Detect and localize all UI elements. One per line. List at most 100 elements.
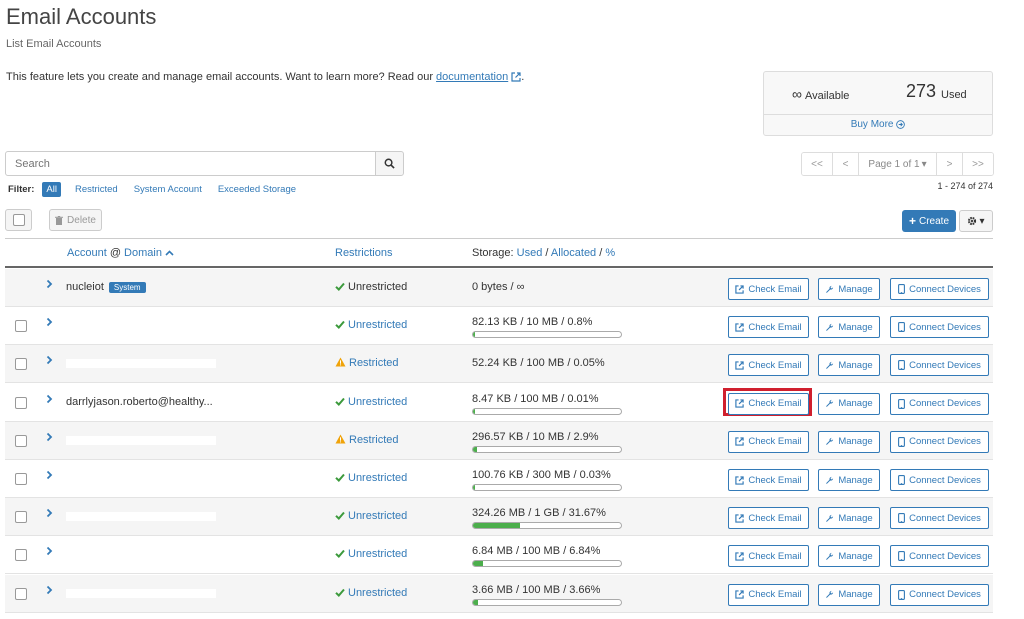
restriction-status[interactable]: Unrestricted (335, 319, 407, 331)
sort-domain[interactable]: Domain (124, 247, 162, 259)
connect-devices-button[interactable]: Connect Devices (890, 316, 989, 339)
restriction-status[interactable]: Unrestricted (335, 510, 407, 522)
storage-progress-fill (473, 599, 479, 605)
filter-all[interactable]: All (42, 182, 61, 197)
table-row: Restricted 52.24 KB / 100 MB / 0.05% Check… (5, 345, 993, 384)
restriction-status[interactable]: Unrestricted (335, 548, 407, 560)
page-select[interactable]: Page 1 of 1 ▾ (859, 153, 937, 175)
arrow-circle-right-icon (896, 120, 906, 129)
restriction-status[interactable]: Unrestricted (335, 587, 407, 599)
manage-label: Manage (838, 512, 873, 524)
manage-button[interactable]: Manage (818, 392, 880, 415)
restriction-status[interactable]: Restricted (335, 434, 399, 446)
check-email-button[interactable]: Check Email (728, 354, 809, 377)
manage-button[interactable]: Manage (818, 430, 880, 453)
prev-page-button[interactable]: < (833, 153, 859, 175)
external-link-icon (735, 552, 745, 561)
documentation-link[interactable]: documentation (436, 71, 508, 83)
connect-devices-button[interactable]: Connect Devices (890, 545, 989, 568)
check-email-button[interactable]: Check Email (728, 545, 809, 568)
connect-devices-button[interactable]: Connect Devices (890, 507, 989, 530)
row-checkbox[interactable] (15, 511, 27, 524)
external-link-icon (735, 475, 745, 485)
mobile-icon (898, 322, 906, 333)
search-button[interactable] (375, 151, 404, 176)
connect-devices-button[interactable]: Connect Devices (890, 354, 989, 377)
last-page-button[interactable]: >> (963, 153, 993, 175)
connect-devices-button[interactable]: Connect Devices (890, 430, 989, 453)
check-email-button[interactable]: Check Email (728, 583, 809, 606)
manage-button[interactable]: Manage (818, 583, 880, 606)
next-page-button[interactable]: > (937, 153, 963, 175)
sort-percent[interactable]: % (605, 247, 615, 259)
storage-prefix: Storage: (472, 247, 514, 259)
check-email-button[interactable]: Check Email (728, 430, 809, 453)
connect-devices-label: Connect Devices (909, 321, 981, 333)
row-checkbox[interactable] (15, 434, 27, 447)
expand-row-chevron-icon[interactable] (46, 394, 53, 404)
expand-row-chevron-icon[interactable] (46, 470, 53, 480)
restriction-status[interactable]: Unrestricted (335, 472, 407, 484)
caret-down-icon: ▾ (921, 158, 927, 170)
expand-row-chevron-icon[interactable] (46, 279, 53, 289)
restriction-status[interactable]: Restricted (335, 357, 399, 369)
account-column-header[interactable]: Account @ Domain (67, 247, 174, 259)
check-email-button[interactable]: Check Email (728, 507, 809, 530)
check-email-label: Check Email (748, 398, 802, 410)
restriction-status[interactable]: Unrestricted (335, 396, 407, 408)
delete-button[interactable]: Delete (49, 209, 102, 231)
row-checkbox[interactable] (15, 549, 27, 562)
settings-dropdown-button[interactable]: ▾ (959, 210, 993, 232)
expand-row-chevron-icon[interactable] (46, 508, 53, 518)
account-name: nucleiot System (66, 281, 146, 293)
row-checkbox[interactable] (15, 587, 27, 600)
storage-progress-fill (473, 408, 475, 414)
check-email-button[interactable]: Check Email (728, 316, 809, 339)
manage-button[interactable]: Manage (818, 278, 880, 300)
checkmark-icon (335, 319, 345, 331)
redacted-account-name (66, 588, 216, 598)
search-input[interactable] (5, 151, 376, 176)
infinity-icon: ∞ (792, 86, 802, 102)
row-checkbox[interactable] (15, 358, 27, 371)
connect-devices-button[interactable]: Connect Devices (890, 278, 989, 300)
check-email-button[interactable]: Check Email (728, 278, 809, 300)
filter-exceeded-storage[interactable]: Exceeded Storage (218, 184, 296, 195)
storage-progress-bar (472, 331, 622, 339)
create-button[interactable]: + Create (902, 210, 956, 232)
connect-devices-button[interactable]: Connect Devices (890, 392, 989, 415)
manage-button[interactable]: Manage (818, 545, 880, 568)
check-email-button[interactable]: Check Email (728, 469, 809, 491)
first-page-button[interactable]: << (802, 153, 833, 175)
buy-more-link[interactable]: Buy More (764, 119, 992, 130)
check-email-button[interactable]: Check Email (728, 392, 809, 415)
checkmark-icon (335, 472, 345, 484)
manage-button[interactable]: Manage (818, 354, 880, 377)
select-all-checkbox[interactable] (5, 209, 32, 231)
manage-button[interactable]: Manage (818, 316, 880, 339)
expand-row-chevron-icon[interactable] (46, 355, 53, 365)
connect-devices-button[interactable]: Connect Devices (890, 469, 989, 491)
manage-button[interactable]: Manage (818, 507, 880, 530)
row-checkbox[interactable] (15, 396, 27, 409)
restrictions-column-header[interactable]: Restrictions (335, 247, 392, 259)
mobile-icon (898, 551, 906, 562)
table-row: Restricted 296.57 KB / 10 MB / 2.9% Check … (5, 421, 993, 460)
sort-account[interactable]: Account (67, 247, 107, 259)
expand-row-chevron-icon[interactable] (46, 585, 53, 595)
delete-label: Delete (67, 214, 96, 226)
expand-row-chevron-icon[interactable] (46, 432, 53, 442)
filter-system-account[interactable]: System Account (134, 184, 202, 195)
expand-row-chevron-icon[interactable] (46, 546, 53, 556)
sort-allocated[interactable]: Allocated (551, 247, 596, 259)
connect-devices-button[interactable]: Connect Devices (890, 583, 989, 606)
check-email-label: Check Email (748, 550, 802, 562)
row-checkbox[interactable] (15, 473, 27, 485)
expand-row-chevron-icon[interactable] (46, 317, 53, 327)
manage-button[interactable]: Manage (818, 469, 880, 491)
filter-restricted[interactable]: Restricted (75, 184, 118, 195)
sort-used[interactable]: Used (517, 247, 543, 259)
check-email-label: Check Email (748, 436, 802, 448)
mobile-icon (898, 513, 906, 524)
row-checkbox[interactable] (15, 320, 27, 333)
